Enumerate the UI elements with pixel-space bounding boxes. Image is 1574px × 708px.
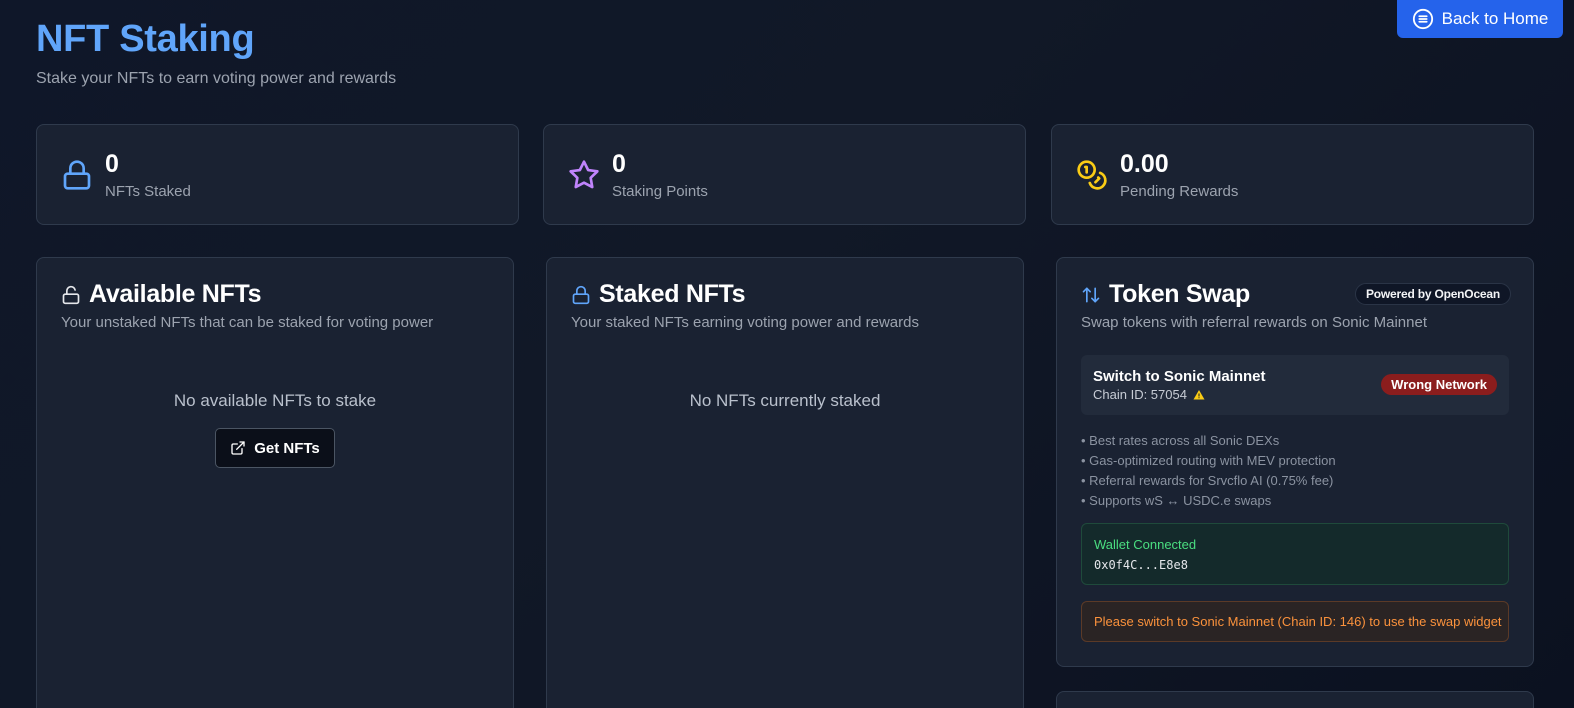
staked-nfts-panel: Staked NFTs Your staked NFTs earning vot… xyxy=(546,257,1024,708)
chain-id-text: Chain ID: 57054 xyxy=(1093,387,1187,402)
stat-value: 0.00 xyxy=(1120,150,1169,178)
switch-network-notice: Please switch to Sonic Mainnet (Chain ID… xyxy=(1081,601,1509,642)
wallet-address: 0x0f4C...E8e8 xyxy=(1094,558,1188,572)
stat-label: Pending Rewards xyxy=(1120,183,1239,200)
back-to-home-label: Back to Home xyxy=(1441,9,1549,28)
available-nfts-description: Your unstaked NFTs that can be staked fo… xyxy=(61,314,434,331)
wallet-connected-label: Wallet Connected xyxy=(1094,537,1197,552)
network-switch-title: Switch to Sonic Mainnet xyxy=(1093,368,1266,385)
network-switch-box[interactable]: Switch to Sonic Mainnet Chain ID: 57054 … xyxy=(1081,355,1509,415)
powered-by-badge: Powered by OpenOcean xyxy=(1354,283,1511,305)
unlock-icon xyxy=(62,285,80,304)
available-nfts-title: Available NFTs xyxy=(89,280,262,308)
available-nfts-panel: Available NFTs Your unstaked NFTs that c… xyxy=(36,257,514,708)
lock-icon xyxy=(63,160,91,190)
swap-features-list: Best rates across all Sonic DEXs Gas-opt… xyxy=(1081,431,1336,511)
stat-label: Staking Points xyxy=(612,183,708,200)
stat-card-nfts-staked: 0 NFTs Staked xyxy=(36,124,519,225)
coins-icon xyxy=(1077,160,1107,190)
menu-circle-icon xyxy=(1412,8,1433,30)
get-nfts-label: Get NFTs xyxy=(254,439,320,457)
list-item: Supports wS ↔ USDC.e swaps xyxy=(1081,491,1336,511)
token-swap-panel: Token Swap Powered by OpenOcean Swap tok… xyxy=(1056,257,1534,667)
get-nfts-button[interactable]: Get NFTs xyxy=(215,428,335,468)
current-chain-id: Chain ID: 57054 xyxy=(1093,387,1205,402)
back-to-home-button[interactable]: Back to Home xyxy=(1397,0,1563,38)
next-card xyxy=(1056,691,1534,708)
staked-nfts-title: Staked NFTs xyxy=(599,280,746,308)
stat-label: NFTs Staked xyxy=(105,183,191,200)
wrong-network-badge: Wrong Network xyxy=(1381,374,1497,395)
list-item: Best rates across all Sonic DEXs xyxy=(1081,431,1336,451)
wallet-status-box: Wallet Connected 0x0f4C...E8e8 xyxy=(1081,523,1509,585)
staked-empty-message: No NFTs currently staked xyxy=(689,391,881,410)
external-link-icon xyxy=(231,441,245,455)
arrow-up-down-icon xyxy=(1082,287,1100,302)
stat-value: 0 xyxy=(105,150,119,178)
token-swap-title: Token Swap xyxy=(1109,280,1251,308)
stat-value: 0 xyxy=(612,150,626,178)
stat-card-staking-points: 0 Staking Points xyxy=(543,124,1026,225)
staked-nfts-description: Your staked NFTs earning voting power an… xyxy=(571,314,919,331)
lock-icon xyxy=(572,285,590,304)
available-empty-message: No available NFTs to stake xyxy=(173,391,377,410)
token-swap-description: Swap tokens with referral rewards on Son… xyxy=(1081,314,1427,331)
star-icon xyxy=(569,160,599,189)
list-item: Gas-optimized routing with MEV protectio… xyxy=(1081,451,1335,471)
page-title: NFT Staking xyxy=(36,18,255,60)
stat-card-pending-rewards: 0.00 Pending Rewards xyxy=(1051,124,1534,225)
warning-icon xyxy=(1193,389,1205,399)
page-subtitle: Stake your NFTs to earn voting power and… xyxy=(36,70,397,87)
list-item: Referral rewards for Srvcflo AI (0.75% f… xyxy=(1081,471,1336,491)
